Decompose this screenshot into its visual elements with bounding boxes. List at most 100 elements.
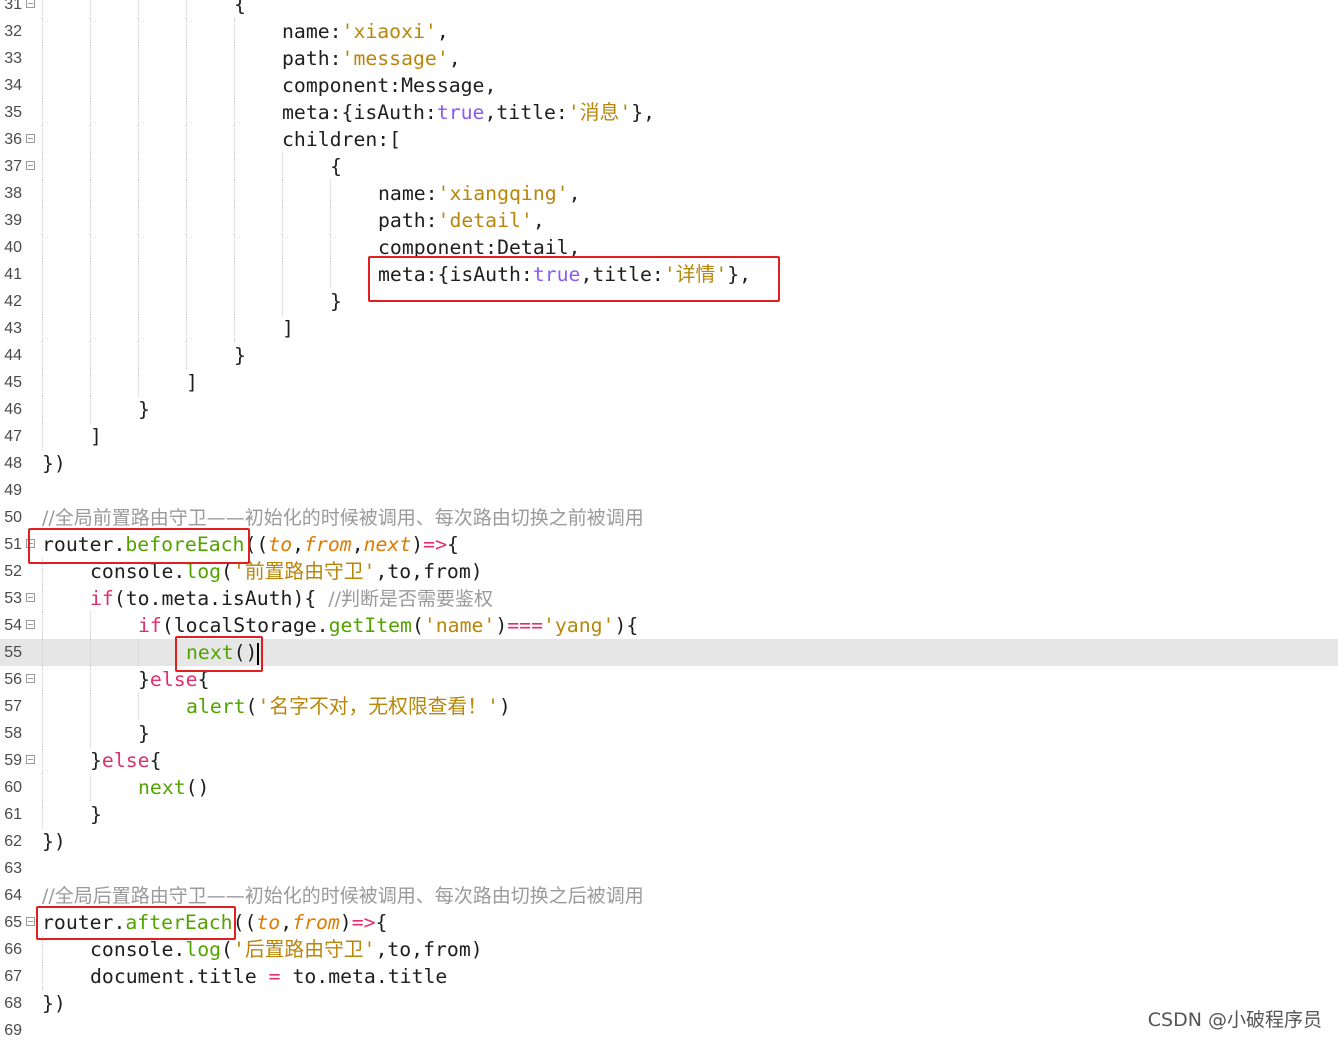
code-line[interactable]: 33 path:'message',	[0, 45, 1338, 72]
code-editor[interactable]: 31{32 name:'xiaoxi', 33 path:'message', 34 co…	[0, 0, 1338, 1040]
indent-guide	[186, 207, 187, 234]
indent-guide	[90, 153, 91, 180]
code-token: })	[42, 992, 66, 1015]
code-token: =	[268, 965, 281, 988]
indent-guide	[90, 639, 91, 666]
indent-guide	[42, 180, 43, 207]
code-text: //全局前置路由守卫——初始化的时候被调用、每次路由切换之前被调用	[42, 504, 644, 531]
code-line[interactable]: 61}	[0, 801, 1338, 828]
fold-toggle-icon[interactable]	[26, 755, 35, 764]
code-token: 'yang'	[542, 614, 615, 637]
indent-guide	[186, 0, 187, 18]
code-token: '后置路由守卫'	[232, 938, 376, 961]
code-line[interactable]: 53 if(to.meta.isAuth){ //判断是否需要鉴权	[0, 585, 1338, 612]
code-line[interactable]: 49	[0, 477, 1338, 504]
indent-guide	[90, 612, 91, 639]
code-token: document.title	[90, 965, 269, 988]
indent-guide	[330, 234, 331, 261]
code-line[interactable]: 64 //全局后置路由守卫——初始化的时候被调用、每次路由切换之后被调用	[0, 882, 1338, 909]
code-token: '消息'	[567, 101, 632, 124]
line-number: 43	[4, 320, 22, 337]
indent-guide	[42, 261, 43, 288]
code-token: }	[90, 749, 102, 772]
code-line[interactable]: 39 path:'detail',	[0, 207, 1338, 234]
indent-guide	[186, 99, 187, 126]
code-line[interactable]: 32 name:'xiaoxi',	[0, 18, 1338, 45]
code-line[interactable]: 43]	[0, 315, 1338, 342]
code-line[interactable]: 50 //全局前置路由守卫——初始化的时候被调用、每次路由切换之前被调用	[0, 504, 1338, 531]
line-number: 57	[4, 698, 22, 715]
indent-guide	[234, 126, 235, 153]
code-line[interactable]: 35 meta:{isAuth:true,title:'消息'},	[0, 99, 1338, 126]
code-token: //判断是否需要鉴权	[328, 588, 494, 610]
fold-toggle-icon[interactable]	[26, 674, 35, 683]
fold-toggle-icon[interactable]	[26, 620, 35, 629]
fold-toggle-icon[interactable]	[26, 0, 35, 8]
code-token: from	[292, 911, 340, 934]
indent-guide	[90, 180, 91, 207]
indent-guide	[138, 639, 139, 666]
code-line[interactable]: 66 console.log('后置路由守卫',to,from)	[0, 936, 1338, 963]
indent-guide	[282, 207, 283, 234]
code-token: }	[138, 668, 150, 691]
indent-guide	[186, 153, 187, 180]
code-token: if	[138, 614, 162, 637]
code-line[interactable]: 54 if(localStorage.getItem('name')==='yan…	[0, 612, 1338, 639]
code-text: ]	[90, 423, 102, 450]
line-number: 44	[4, 347, 22, 364]
code-line[interactable]: 58}	[0, 720, 1338, 747]
indent-guide	[90, 207, 91, 234]
code-line[interactable]: 62})	[0, 828, 1338, 855]
code-token: else	[101, 749, 150, 772]
code-text: }	[90, 801, 102, 828]
code-token: {	[447, 533, 459, 556]
code-line[interactable]: 37 {	[0, 153, 1338, 180]
code-line[interactable]: 45]	[0, 369, 1338, 396]
code-token: ,title:	[484, 101, 568, 124]
code-line[interactable]: 38 name:'xiangqing',	[0, 180, 1338, 207]
code-text: document.title = to.meta.title	[90, 963, 447, 990]
code-token: component:Message,	[282, 74, 497, 97]
line-number: 62	[4, 833, 22, 850]
indent-guide	[234, 180, 235, 207]
indent-guide	[282, 234, 283, 261]
code-text: ]	[186, 369, 198, 396]
code-line[interactable]: 44}	[0, 342, 1338, 369]
fold-toggle-icon[interactable]	[26, 917, 35, 926]
indent-guide	[234, 315, 235, 342]
line-number: 49	[4, 482, 22, 499]
line-number: 38	[4, 185, 22, 202]
indent-guide	[138, 369, 139, 396]
code-line[interactable]: 63	[0, 855, 1338, 882]
indent-guide	[42, 18, 43, 45]
code-line[interactable]: 34 component:Message,	[0, 72, 1338, 99]
code-token: ,	[436, 20, 449, 43]
code-line[interactable]: 67 document.title = to.meta.title	[0, 963, 1338, 990]
code-line[interactable]: 46}	[0, 396, 1338, 423]
indent-guide	[186, 180, 187, 207]
code-line[interactable]: 60 next()	[0, 774, 1338, 801]
code-line[interactable]: 31 {	[0, 0, 1338, 18]
code-text: ]	[282, 315, 294, 342]
code-line[interactable]: 48})	[0, 450, 1338, 477]
code-line[interactable]: 57 alert('名字不对，无权限查看！')	[0, 693, 1338, 720]
indent-guide	[138, 126, 139, 153]
code-token: {	[234, 0, 246, 16]
code-text: }	[330, 288, 342, 315]
fold-toggle-icon[interactable]	[26, 134, 35, 143]
code-text: if(to.meta.isAuth){ //判断是否需要鉴权	[90, 585, 493, 612]
fold-toggle-icon[interactable]	[26, 161, 35, 170]
code-line[interactable]: 59}else{	[0, 747, 1338, 774]
indent-guide	[42, 342, 43, 369]
line-number: 64	[4, 887, 22, 904]
line-number: 53	[4, 590, 22, 607]
indent-guide	[138, 45, 139, 72]
indent-guide	[138, 288, 139, 315]
fold-toggle-icon[interactable]	[26, 593, 35, 602]
code-line[interactable]: 36 children:[	[0, 126, 1338, 153]
indent-guide	[282, 180, 283, 207]
code-line[interactable]: 47]	[0, 423, 1338, 450]
code-token: }	[90, 803, 102, 826]
code-token: 'xiaoxi'	[341, 20, 437, 43]
code-line[interactable]: 68})	[0, 990, 1338, 1017]
